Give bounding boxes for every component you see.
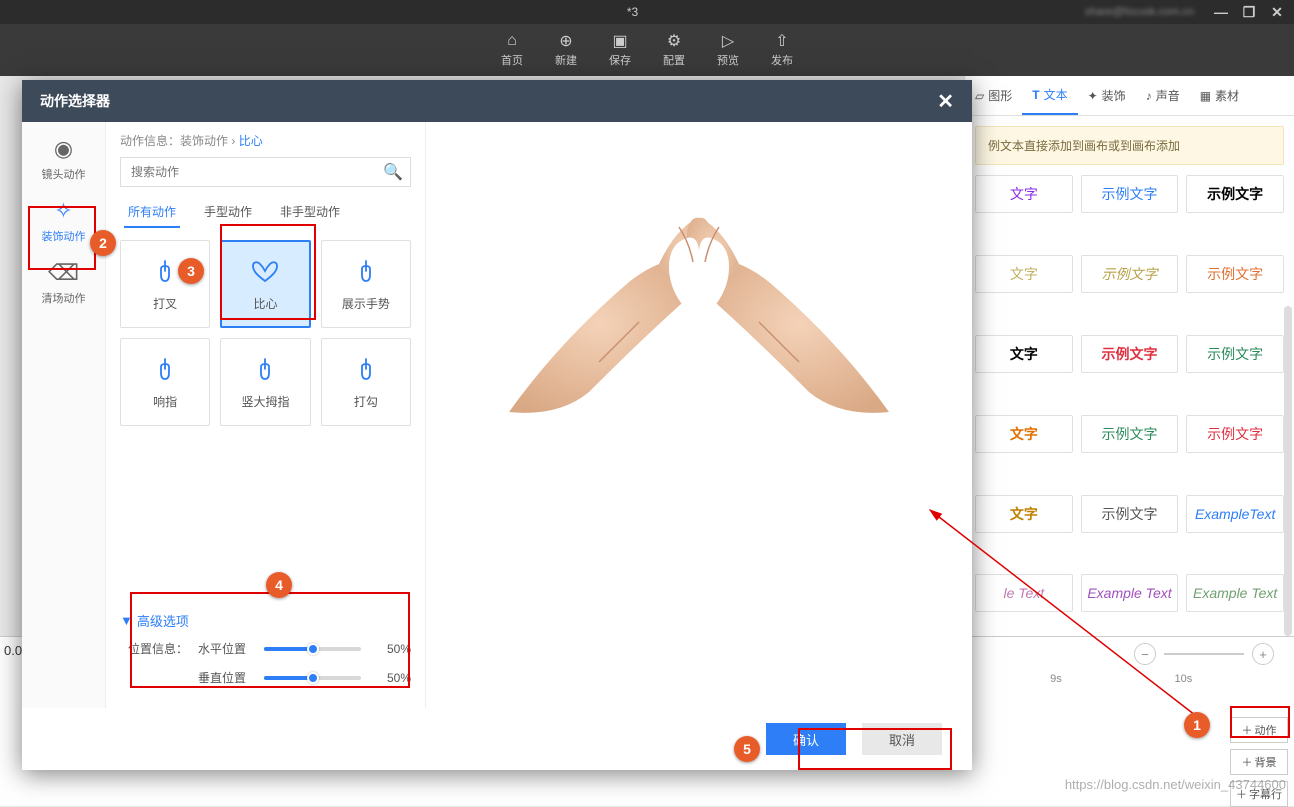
marker-5: 5	[734, 736, 760, 762]
action-bixin[interactable]: 比心	[220, 240, 310, 328]
action-dagou[interactable]: 打勾	[321, 338, 411, 426]
wand-icon: ✧	[54, 198, 72, 224]
heart-hands-preview	[479, 162, 919, 422]
ok-button[interactable]: 确认	[766, 723, 846, 755]
modal-header: 动作选择器 ✕	[22, 80, 972, 122]
search-box: 🔍	[120, 157, 411, 187]
hpos-value: 50%	[371, 642, 411, 656]
advanced-panel: ▼ 高级选项 位置信息： 水平位置 50% 垂直位置 50%	[120, 601, 411, 698]
bixin-icon	[247, 257, 283, 287]
xiangzhi-icon	[147, 355, 183, 385]
vpos-value: 50%	[371, 671, 411, 685]
action-zhanshi[interactable]: 展示手势	[321, 240, 411, 328]
modal-footer: 确认 取消	[22, 708, 972, 770]
action-grid: 打叉 比心 展示手势响指 竖大拇指 打勾	[120, 240, 411, 426]
preview-area	[426, 122, 972, 708]
cancel-button[interactable]: 取消	[862, 723, 942, 755]
aperture-icon: ◉	[54, 136, 73, 162]
watermark: https://blog.csdn.net/weixin_43744600	[1065, 777, 1286, 792]
action-label: 展示手势	[342, 295, 390, 312]
action-shumuzhi[interactable]: 竖大拇指	[220, 338, 310, 426]
action-label: 竖大拇指	[241, 393, 289, 410]
filter-nohand[interactable]: 非手型动作	[276, 197, 344, 228]
modal-close-button[interactable]: ✕	[937, 89, 954, 114]
shumuzhi-icon	[247, 355, 283, 385]
filter-all[interactable]: 所有动作	[124, 197, 180, 228]
marker-3: 3	[178, 258, 204, 284]
action-label: 响指	[153, 393, 177, 410]
modal-category-sidebar: ◉镜头动作 ✧装饰动作 ⌫清场动作	[22, 122, 106, 708]
action-xiangzhi[interactable]: 响指	[120, 338, 210, 426]
zhanshi-icon	[348, 257, 384, 287]
search-input[interactable]	[120, 157, 411, 187]
broom-icon: ⌫	[48, 260, 79, 286]
marker-4: 4	[266, 572, 292, 598]
advanced-toggle[interactable]: ▼ 高级选项	[120, 611, 411, 630]
cat-camera[interactable]: ◉镜头动作	[30, 130, 98, 188]
action-label: 打叉	[153, 295, 177, 312]
vpos-slider[interactable]	[264, 676, 361, 680]
dagou-icon	[348, 355, 384, 385]
breadcrumb: 动作信息：装饰动作 › 比心	[120, 132, 411, 149]
search-icon[interactable]: 🔍	[383, 162, 403, 182]
action-label: 打勾	[354, 393, 378, 410]
action-selector-modal: 动作选择器 ✕ ◉镜头动作 ✧装饰动作 ⌫清场动作 动作信息：装饰动作 › 比心…	[22, 80, 972, 770]
modal-title: 动作选择器	[40, 91, 110, 111]
cat-decor[interactable]: ✧装饰动作	[30, 192, 98, 250]
marker-2: 2	[90, 230, 116, 256]
modal-middle-column: 动作信息：装饰动作 › 比心 🔍 所有动作 手型动作 非手型动作 打叉 比心 展示手…	[106, 122, 426, 708]
filter-tabs: 所有动作 手型动作 非手型动作	[120, 197, 411, 228]
hpos-slider[interactable]	[264, 647, 361, 651]
filter-hand[interactable]: 手型动作	[200, 197, 256, 228]
action-dacha[interactable]: 打叉	[120, 240, 210, 328]
action-label: 比心	[253, 295, 277, 312]
cat-clear[interactable]: ⌫清场动作	[30, 254, 98, 312]
marker-1: 1	[1184, 712, 1210, 738]
